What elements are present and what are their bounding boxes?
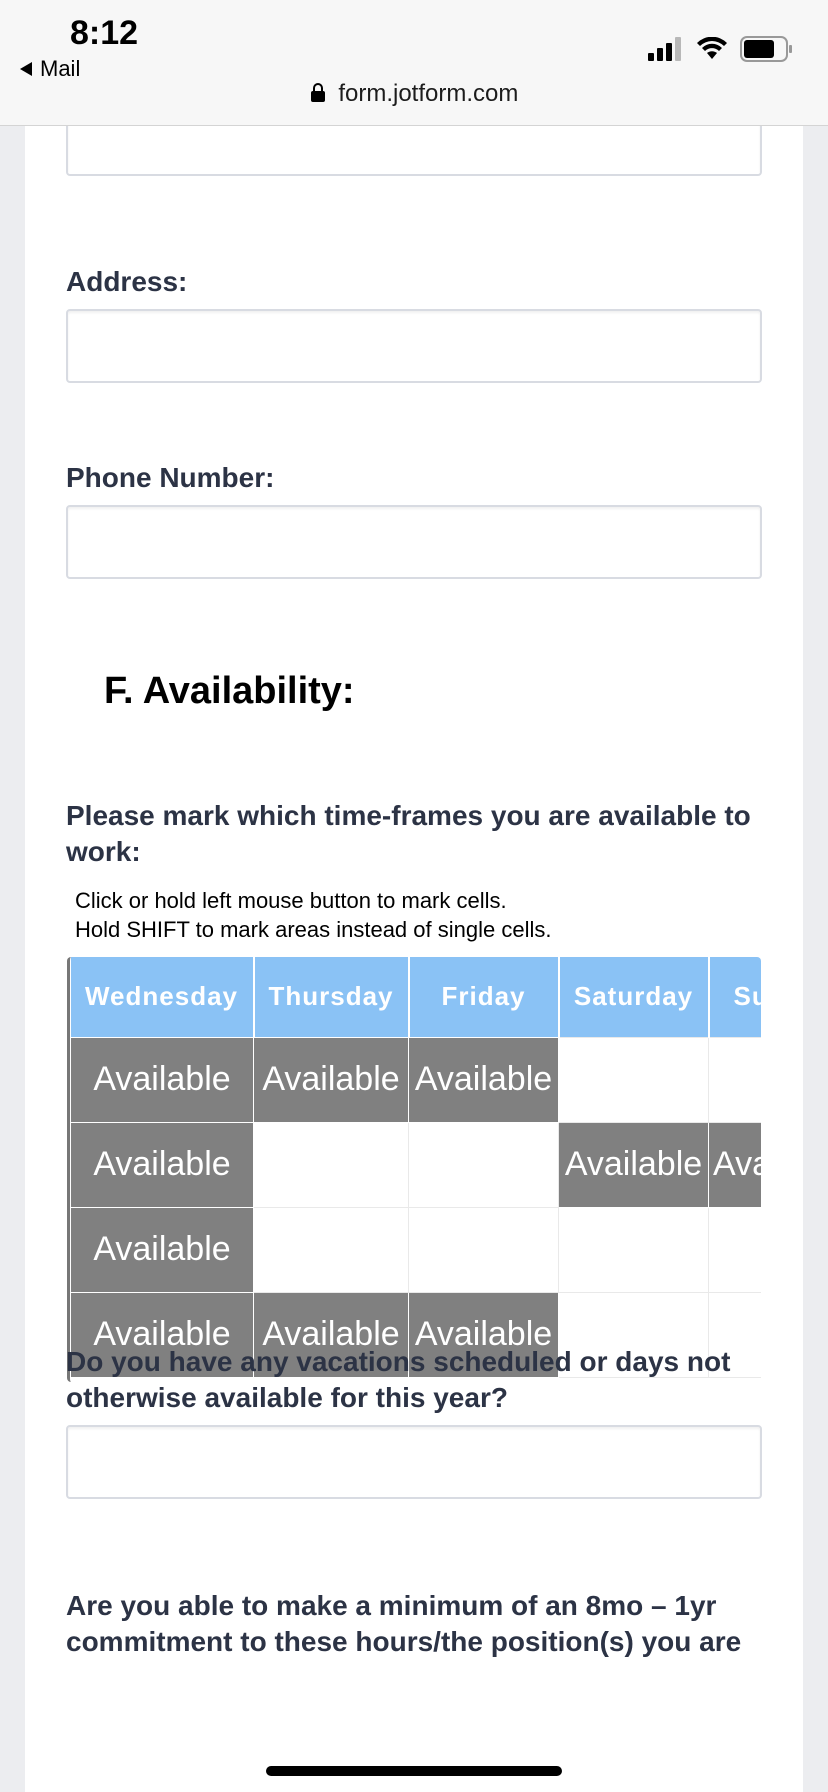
vacation-question: Do you have any vacations scheduled or d… <box>66 1346 731 1413</box>
cellular-signal-icon <box>648 37 681 61</box>
hint-line-2: Hold SHIFT to mark areas instead of sing… <box>75 917 552 942</box>
column-header-thursday: Thursday <box>253 957 410 1037</box>
status-bar: 8:12 Mail form.jotform.com <box>0 0 828 126</box>
matrix-body: Available Available Available Available Avai… <box>70 1036 761 1378</box>
commitment-question: Are you able to make a minimum of an 8mo… <box>66 1590 742 1657</box>
matrix-cell-sunday-row-3[interactable] <box>708 1206 761 1293</box>
matrix-cell-wednesday-row-1[interactable]: Available <box>70 1036 254 1123</box>
address-label: Address: <box>66 266 188 297</box>
matrix-row: AvailableAvailableAvailable <box>70 1121 761 1208</box>
column-header-sunday: Su <box>708 957 761 1037</box>
phone-label: Phone Number: <box>66 462 275 493</box>
phone-input[interactable] <box>66 505 762 579</box>
matrix-cell-sunday-row-2[interactable]: Available <box>708 1121 761 1208</box>
address-input[interactable] <box>66 309 762 383</box>
section-title: F. Availability: <box>104 670 355 712</box>
matrix-cell-friday-row-1[interactable]: Available <box>408 1036 559 1123</box>
matrix-header-row: Wednesday Thursday Friday Saturday Su <box>70 957 761 1037</box>
battery-icon <box>740 36 792 62</box>
hint-line-1: Click or hold left mouse button to mark … <box>75 888 507 913</box>
matrix-cell-sunday-row-1[interactable] <box>708 1036 761 1123</box>
lock-icon <box>310 83 325 102</box>
column-header-saturday: Saturday <box>558 957 710 1037</box>
vacation-input[interactable] <box>66 1425 762 1499</box>
availability-matrix: Wednesday Thursday Friday Saturday Su Av… <box>67 957 761 1382</box>
back-to-mail-button[interactable]: Mail <box>20 56 80 82</box>
back-label: Mail <box>40 56 81 81</box>
back-arrow-icon <box>20 62 32 76</box>
matrix-cell-thursday-row-2[interactable] <box>253 1121 409 1208</box>
home-indicator <box>266 1766 562 1776</box>
wifi-icon <box>697 37 727 59</box>
matrix-cell-thursday-row-1[interactable]: Available <box>253 1036 409 1123</box>
matrix-cell-friday-row-3[interactable] <box>408 1206 559 1293</box>
matrix-cell-wednesday-row-3[interactable]: Available <box>70 1206 254 1293</box>
clock: 8:12 <box>70 14 139 52</box>
matrix-cell-wednesday-row-2[interactable]: Available <box>70 1121 254 1208</box>
availability-question: Please mark which time-frames you are av… <box>66 800 751 867</box>
column-header-wednesday: Wednesday <box>70 957 255 1037</box>
matrix-cell-friday-row-2[interactable] <box>408 1121 559 1208</box>
matrix-cell-saturday-row-3[interactable] <box>558 1206 709 1293</box>
url-text: form.jotform.com <box>338 80 519 107</box>
matrix-cell-thursday-row-3[interactable] <box>253 1206 409 1293</box>
availability-table: Wednesday Thursday Friday Saturday Su Av… <box>70 957 761 1378</box>
form-page: Address: Phone Number: F. Availability: … <box>25 116 803 1792</box>
matrix-row: AvailableAvailableAvailable <box>70 1036 761 1123</box>
column-header-friday: Friday <box>408 957 560 1037</box>
matrix-cell-saturday-row-1[interactable] <box>558 1036 709 1123</box>
status-icons <box>648 36 794 62</box>
matrix-row: Available <box>70 1206 761 1293</box>
matrix-cell-saturday-row-2[interactable]: Available <box>558 1121 709 1208</box>
address-bar[interactable]: form.jotform.com <box>0 80 828 108</box>
